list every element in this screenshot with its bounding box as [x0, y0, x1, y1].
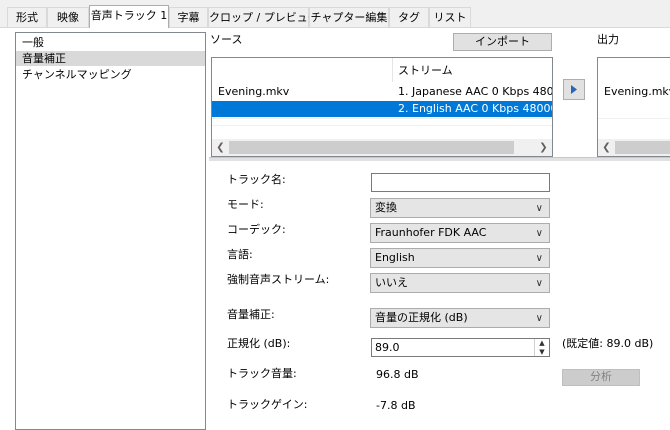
output-horizontal-scrollbar[interactable]: ❮ [598, 139, 670, 156]
codec-select[interactable]: Fraunhofer FDK AAC ∨ [370, 223, 550, 243]
analyze-button[interactable]: 分析 [562, 369, 640, 386]
normalization-label: 音量補正: [227, 308, 275, 321]
tab-chapter-edit[interactable]: チャプター編集 [309, 7, 389, 27]
source-row-2-selected[interactable]: 2. English AAC 0 Kbps 48000 Hz [212, 101, 552, 117]
tab-format[interactable]: 形式 [7, 7, 47, 27]
codec-label: コーデック: [227, 223, 286, 236]
normalization-value: 音量の正規化 (dB) [375, 311, 468, 324]
scroll-left-icon[interactable]: ❮ [212, 139, 229, 156]
mode-select[interactable]: 変換 ∨ [370, 198, 550, 218]
source-horizontal-scrollbar[interactable]: ❮ ❯ [212, 139, 552, 156]
normalize-db-spinner[interactable]: 89.0 ▲ ▼ [371, 338, 550, 357]
tab-audio-track-1[interactable]: 音声トラック 1 [89, 5, 169, 28]
nav-item-general[interactable]: 一般 [16, 35, 205, 50]
chevron-down-icon: ∨ [535, 313, 543, 324]
track-volume-value: 96.8 dB [376, 368, 419, 381]
output-label: 出力 [597, 33, 619, 46]
source-row-1[interactable]: Evening.mkv 1. Japanese AAC 0 Kbps 48000… [212, 84, 552, 100]
mode-label: モード: [227, 198, 264, 211]
scroll-right-icon[interactable]: ❯ [535, 139, 552, 156]
tab-strip: 形式 映像 音声トラック 1 字幕 クロップ / プレビュー チャプター編集 タ… [0, 0, 670, 28]
spinner-buttons: ▲ ▼ [534, 339, 549, 356]
settings-nav-list[interactable]: 一般 音量補正 チャンネルマッピング [15, 32, 206, 430]
language-select[interactable]: English ∨ [370, 248, 550, 268]
nav-item-volume-correction[interactable]: 音量補正 [16, 51, 205, 66]
source-stream-list[interactable]: ストリーム Evening.mkv 1. Japanese AAC 0 Kbps… [211, 57, 553, 157]
normalization-select[interactable]: 音量の正規化 (dB) ∨ [370, 308, 550, 328]
tab-video[interactable]: 映像 [47, 7, 89, 27]
add-to-output-button[interactable] [563, 79, 585, 100]
forced-stream-select[interactable]: いいえ ∨ [370, 273, 550, 293]
language-value: English [375, 251, 415, 264]
row-gridline [212, 125, 552, 126]
track-name-label: トラック名: [227, 173, 286, 186]
row-gridline [598, 118, 670, 119]
scrollbar-thumb[interactable] [615, 141, 670, 154]
spin-up-icon[interactable]: ▲ [535, 339, 549, 347]
track-volume-label: トラック音量: [227, 367, 297, 380]
normalize-db-label: 正規化 (dB): [227, 337, 291, 350]
tab-crop-preview[interactable]: クロップ / プレビュー [208, 7, 319, 27]
stream-item: 1. Japanese AAC 0 Kbps 48000 Hz [398, 85, 552, 98]
tab-tags[interactable]: タグ [389, 7, 429, 27]
chevron-down-icon: ∨ [535, 203, 543, 214]
chevron-down-icon: ∨ [535, 228, 543, 239]
source-label: ソース [210, 33, 243, 46]
output-row-1[interactable]: Evening.mkv [598, 84, 670, 100]
chevron-down-icon: ∨ [535, 253, 543, 264]
source-list-header: ストリーム [212, 58, 552, 82]
source-file-name: Evening.mkv [218, 85, 290, 98]
chevron-down-icon: ∨ [535, 278, 543, 289]
scroll-left-icon[interactable]: ❮ [598, 139, 615, 156]
spin-down-icon[interactable]: ▼ [535, 348, 549, 356]
mode-value: 変換 [375, 201, 397, 214]
column-separator [392, 58, 393, 82]
codec-value: Fraunhofer FDK AAC [375, 226, 487, 239]
track-gain-label: トラックゲイン: [227, 398, 308, 411]
scrollbar-thumb[interactable] [229, 141, 514, 154]
track-gain-value: -7.8 dB [376, 399, 416, 412]
panel-splitter[interactable] [209, 157, 670, 161]
import-button[interactable]: インポート [453, 33, 552, 51]
normalize-db-value: 89.0 [375, 341, 400, 354]
output-file-name: Evening.mkv [604, 85, 670, 98]
language-label: 言語: [227, 248, 253, 261]
nav-item-channel-mapping[interactable]: チャンネルマッピング [16, 67, 205, 82]
forced-stream-label: 強制音声ストリーム: [227, 273, 330, 286]
default-value-note: (既定値: 89.0 dB) [562, 337, 654, 350]
row-gridline [212, 118, 552, 119]
arrow-right-icon [571, 85, 577, 94]
stream-column-header[interactable]: ストリーム [398, 64, 453, 78]
output-stream-list[interactable]: Evening.mkv ❮ [597, 57, 670, 157]
tab-subtitles[interactable]: 字幕 [169, 7, 208, 27]
stream-item: 2. English AAC 0 Kbps 48000 Hz [398, 102, 552, 115]
track-name-input[interactable] [371, 173, 550, 192]
forced-stream-value: いいえ [375, 276, 408, 289]
tab-list[interactable]: リスト [429, 7, 471, 27]
